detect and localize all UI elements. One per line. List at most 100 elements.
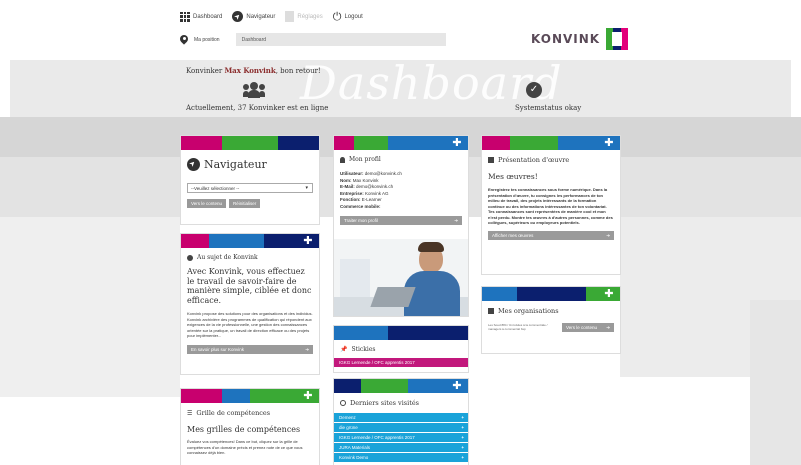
arrow-right-icon: ➔ xyxy=(454,218,458,223)
grid-icon xyxy=(180,11,190,22)
expand-plus-icon[interactable]: ✚ xyxy=(600,137,618,149)
about-more-label: En savoir plus sur Konvink xyxy=(191,346,245,352)
profile-row-key: Commerce mobile: xyxy=(340,203,381,209)
navigator-reset-button[interactable]: Réinitialiser xyxy=(229,199,261,208)
about-body: Konvink propose des solutions pour des o… xyxy=(187,311,313,338)
profile-header: Mon profil xyxy=(334,150,468,163)
nav-disabled-item: Réglages xyxy=(285,11,323,22)
nav-logout-label: Logout xyxy=(344,13,363,20)
system-status: Systemstatus okay xyxy=(515,104,582,112)
visits-header: Derniers sites visités xyxy=(334,393,468,407)
about-more-button[interactable]: En savoir plus sur Konvink ➔ xyxy=(187,344,313,354)
card-color-bar xyxy=(334,326,468,340)
sticky-item[interactable]: IGKG Lernende / OFC apprentis 2017 xyxy=(334,358,468,367)
card-color-bar: ✚ xyxy=(334,379,468,393)
sliders-icon: ☰ xyxy=(187,409,193,417)
card-color-bar xyxy=(181,136,319,150)
arrow-right-icon: ➔ xyxy=(606,232,610,238)
about-card: ✚ Au sujet de Konvink Avec Konvink, vous… xyxy=(180,233,320,375)
profile-photo xyxy=(334,239,468,316)
visited-site-item[interactable]: Demenz + xyxy=(334,413,468,422)
plus-icon: + xyxy=(461,425,464,430)
portfolio-icon xyxy=(488,157,494,163)
background-band xyxy=(0,217,180,397)
orgs-header: Mes organisations xyxy=(482,301,620,315)
position-row: Ma position Dashboard xyxy=(180,33,446,46)
about-headline: Avec Konvink, vous effectuez le travail … xyxy=(187,267,312,305)
plus-icon: + xyxy=(461,415,464,420)
arrow-right-icon: ➔ xyxy=(606,325,610,330)
visited-site-item[interactable]: JURA Materials + xyxy=(334,443,468,452)
skills-card: ✚ ☰ Grille de compétences Mes grilles de… xyxy=(180,388,320,465)
expand-plus-icon[interactable]: ✚ xyxy=(600,288,618,300)
navigator-select-value: --Veuillez sélectionner -- xyxy=(191,186,240,191)
works-title: Présentation d'œuvre xyxy=(498,156,570,164)
works-headline: Mes œuvres! xyxy=(488,172,538,181)
stickies-card: 📌 Stickies IGKG Lernende / OFC apprentis… xyxy=(333,325,469,373)
online-count: Actuellement, 37 Konvinker est en ligne xyxy=(186,104,329,112)
card-color-bar: ✚ xyxy=(334,136,468,150)
plus-icon: + xyxy=(461,435,464,440)
background-band xyxy=(750,300,801,465)
clock-icon xyxy=(340,400,346,406)
arrow-right-icon: ➔ xyxy=(305,346,309,352)
navigator-title: Navigateur xyxy=(204,158,267,171)
profile-row-value: demo@konvink.ch xyxy=(364,171,402,176)
org-goto-label: Vers le contenu xyxy=(566,325,598,330)
power-icon: ⏻ xyxy=(332,9,342,23)
skills-body: Évaluez vos compétences! Dans ce but, cl… xyxy=(187,439,303,455)
visited-site-label: JURA Materials xyxy=(339,445,371,450)
edit-profile-button[interactable]: Traiter mon profil ➔ xyxy=(340,216,462,225)
visited-site-item[interactable]: Konvink Demo + xyxy=(334,453,468,462)
logo[interactable]: KONVINK xyxy=(531,28,629,50)
nav-dashboard[interactable]: Dashboard xyxy=(180,11,222,22)
info-icon xyxy=(187,254,193,261)
organisations-card: ✚ Mes organisations Les Soud 884 / Un'od… xyxy=(481,286,621,354)
profile-details: Utilisateur: demo@konvink.ch Nom: Max Kon… xyxy=(334,163,468,210)
profile-row-value: E-Learner xyxy=(361,197,382,202)
profile-row: Commerce mobile: xyxy=(340,204,462,211)
navigator-select[interactable]: --Veuillez sélectionner -- ▾ xyxy=(187,183,313,193)
nav-logout[interactable]: ⏻ Logout xyxy=(332,9,363,23)
visited-site-item[interactable]: IGKG Lernende / OFC apprentis 2017 + xyxy=(334,433,468,442)
expand-plus-icon[interactable]: ✚ xyxy=(299,235,317,247)
document-icon xyxy=(285,11,295,22)
show-works-label: Afficher mes œuvres xyxy=(492,232,534,238)
org-row: Les Soud 884 / Un'odules à la commercial… xyxy=(482,315,620,332)
nav-navigator-label: Navigateur xyxy=(246,13,276,20)
visited-site-label: Demenz xyxy=(339,415,356,420)
works-card: ✚ Présentation d'œuvre Mes œuvres! Enreg… xyxy=(481,135,621,275)
expand-plus-icon[interactable]: ✚ xyxy=(299,390,317,402)
compass-icon xyxy=(187,158,200,171)
org-goto-button[interactable]: Vers le contenu ➔ xyxy=(562,323,614,332)
profile-row-value: demo@konvink.ch xyxy=(356,184,394,189)
location-pin-icon xyxy=(180,35,188,45)
works-header: Présentation d'œuvre xyxy=(482,150,620,164)
greeting-prefix: Konvinker xyxy=(186,67,223,75)
users-icon xyxy=(243,82,265,98)
expand-plus-icon[interactable]: ✚ xyxy=(448,137,466,149)
navigator-goto-button[interactable]: Vers le contenu xyxy=(187,199,227,208)
navigator-card: Navigateur --Veuillez sélectionner -- ▾ … xyxy=(180,135,320,225)
visited-site-label: Konvink Demo xyxy=(339,455,369,460)
profile-row-key: Utilisateur: xyxy=(340,171,364,176)
expand-plus-icon[interactable]: ✚ xyxy=(448,380,466,392)
profile-row-key: Entreprise: xyxy=(340,190,364,196)
main-nav: Dashboard Navigateur Réglages ⏻ Logout xyxy=(180,11,363,22)
skills-header: ☰ Grille de compétences xyxy=(181,403,319,417)
about-header: Au sujet de Konvink xyxy=(181,248,319,261)
checkmark-icon: ✓ xyxy=(526,82,542,98)
profile-row-key: E-Mail: xyxy=(340,184,355,189)
pin-icon: 📌 xyxy=(340,346,348,353)
nav-navigator[interactable]: Navigateur xyxy=(232,11,275,22)
show-works-button[interactable]: Afficher mes œuvres ➔ xyxy=(488,230,614,240)
plus-icon: + xyxy=(461,445,464,450)
visited-site-item[interactable]: die grüne + xyxy=(334,423,468,432)
visited-site-label: die grüne xyxy=(339,425,358,430)
about-title: Au sujet de Konvink xyxy=(197,254,258,261)
page: Dashboard Navigateur Réglages ⏻ Logout M… xyxy=(0,0,801,465)
navigator-header: Navigateur xyxy=(181,150,319,171)
nav-disabled-label: Réglages xyxy=(297,13,323,20)
skills-headline: Mes grilles de compétences xyxy=(187,425,301,434)
position-field[interactable]: Dashboard xyxy=(235,33,446,46)
